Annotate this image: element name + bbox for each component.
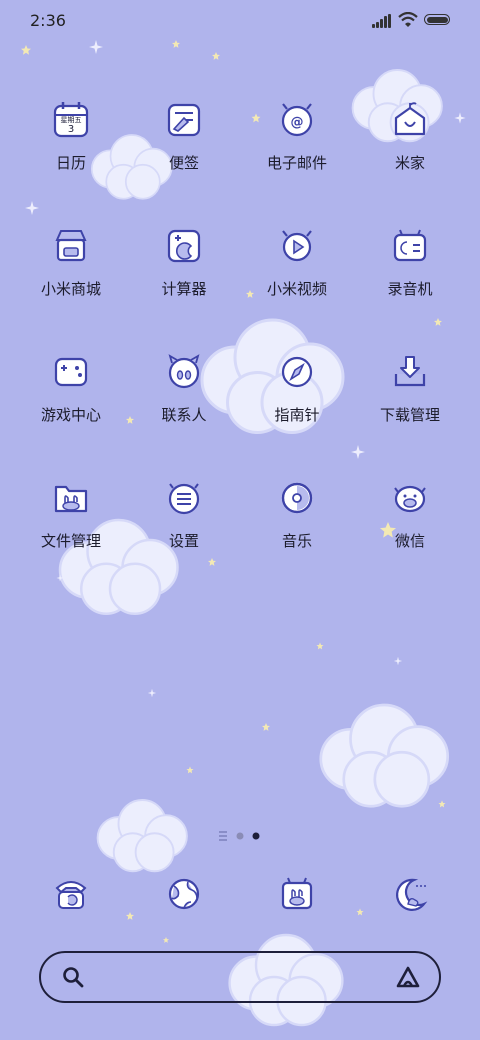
assistant-icon[interactable] (395, 965, 421, 991)
search-input[interactable] (97, 963, 371, 993)
app-label: 游戏中心 (40, 406, 101, 424)
page-dot[interactable] (236, 832, 244, 840)
app-label: 电子邮件 (266, 154, 327, 172)
app-label: 便签 (168, 154, 199, 172)
page-indicator[interactable] (0, 826, 480, 846)
app-label: 小米商城 (40, 280, 101, 298)
browser-icon[interactable] (164, 874, 204, 914)
camera-icon[interactable] (277, 874, 317, 914)
app-calculator[interactable]: 计算器 (129, 226, 239, 299)
app-label: 下载管理 (379, 406, 440, 424)
settings-icon (168, 483, 200, 515)
app-mi-video[interactable]: 小米视频 (242, 226, 352, 299)
app-label: 计算器 (161, 280, 207, 298)
mi-store-icon (55, 230, 87, 262)
app-label: 日历 (55, 154, 86, 172)
video-icon (282, 230, 312, 262)
wifi-icon (398, 12, 418, 27)
mijia-home-icon (394, 102, 426, 136)
compass-icon (281, 356, 313, 388)
wechat-icon (394, 485, 426, 513)
app-email[interactable]: @ 电子邮件 (242, 100, 352, 173)
app-file-manager[interactable]: 文件管理 (16, 478, 126, 551)
contacts-icon (168, 354, 200, 389)
list-page-icon (219, 831, 227, 841)
app-recorder[interactable]: 录音机 (355, 226, 465, 299)
download-manager-icon (394, 356, 426, 387)
notes-icon (167, 103, 201, 137)
calculator-icon (167, 229, 201, 263)
phone-icon[interactable] (51, 874, 91, 914)
app-calendar[interactable]: 星期五 3 日历 (16, 100, 126, 173)
app-label: 联系人 (161, 406, 207, 424)
app-wechat[interactable]: 微信 (355, 478, 465, 551)
clock: 2:36 (30, 11, 66, 30)
app-mijia[interactable]: 米家 (355, 100, 465, 173)
app-music[interactable]: 音乐 (242, 478, 352, 551)
app-label: 微信 (394, 532, 425, 550)
file-manager-icon (54, 485, 88, 513)
app-label: 米家 (394, 154, 425, 172)
calendar-weekday: 星期五 (61, 116, 82, 124)
calendar-icon: 星期五 3 (53, 102, 89, 138)
moon-theme-icon[interactable] (390, 874, 430, 914)
svg-text:@: @ (291, 115, 304, 130)
email-icon: @ (281, 103, 313, 137)
game-center-icon (54, 357, 88, 387)
app-game-center[interactable]: 游戏中心 (16, 352, 126, 425)
app-label: 音乐 (281, 532, 312, 550)
app-label: 指南针 (274, 406, 320, 424)
app-label: 小米视频 (266, 280, 327, 298)
app-label: 文件管理 (40, 532, 101, 550)
app-settings[interactable]: 设置 (129, 478, 239, 551)
calendar-day: 3 (68, 124, 74, 135)
search-icon[interactable] (61, 965, 85, 989)
signal-icon (372, 14, 392, 28)
battery-icon (424, 14, 450, 25)
search-bar[interactable] (39, 951, 441, 1003)
status-bar: 2:36 (0, 0, 480, 40)
app-contacts[interactable]: 联系人 (129, 352, 239, 425)
app-label: 录音机 (387, 280, 433, 298)
music-icon (281, 482, 313, 514)
page-dot-active[interactable] (252, 832, 260, 840)
recorder-icon (393, 229, 427, 262)
app-mi-store[interactable]: 小米商城 (16, 226, 126, 299)
app-label: 设置 (168, 532, 199, 550)
app-compass[interactable]: 指南针 (242, 352, 352, 425)
app-notes[interactable]: 便签 (129, 100, 239, 173)
app-download-manager[interactable]: 下载管理 (355, 352, 465, 425)
